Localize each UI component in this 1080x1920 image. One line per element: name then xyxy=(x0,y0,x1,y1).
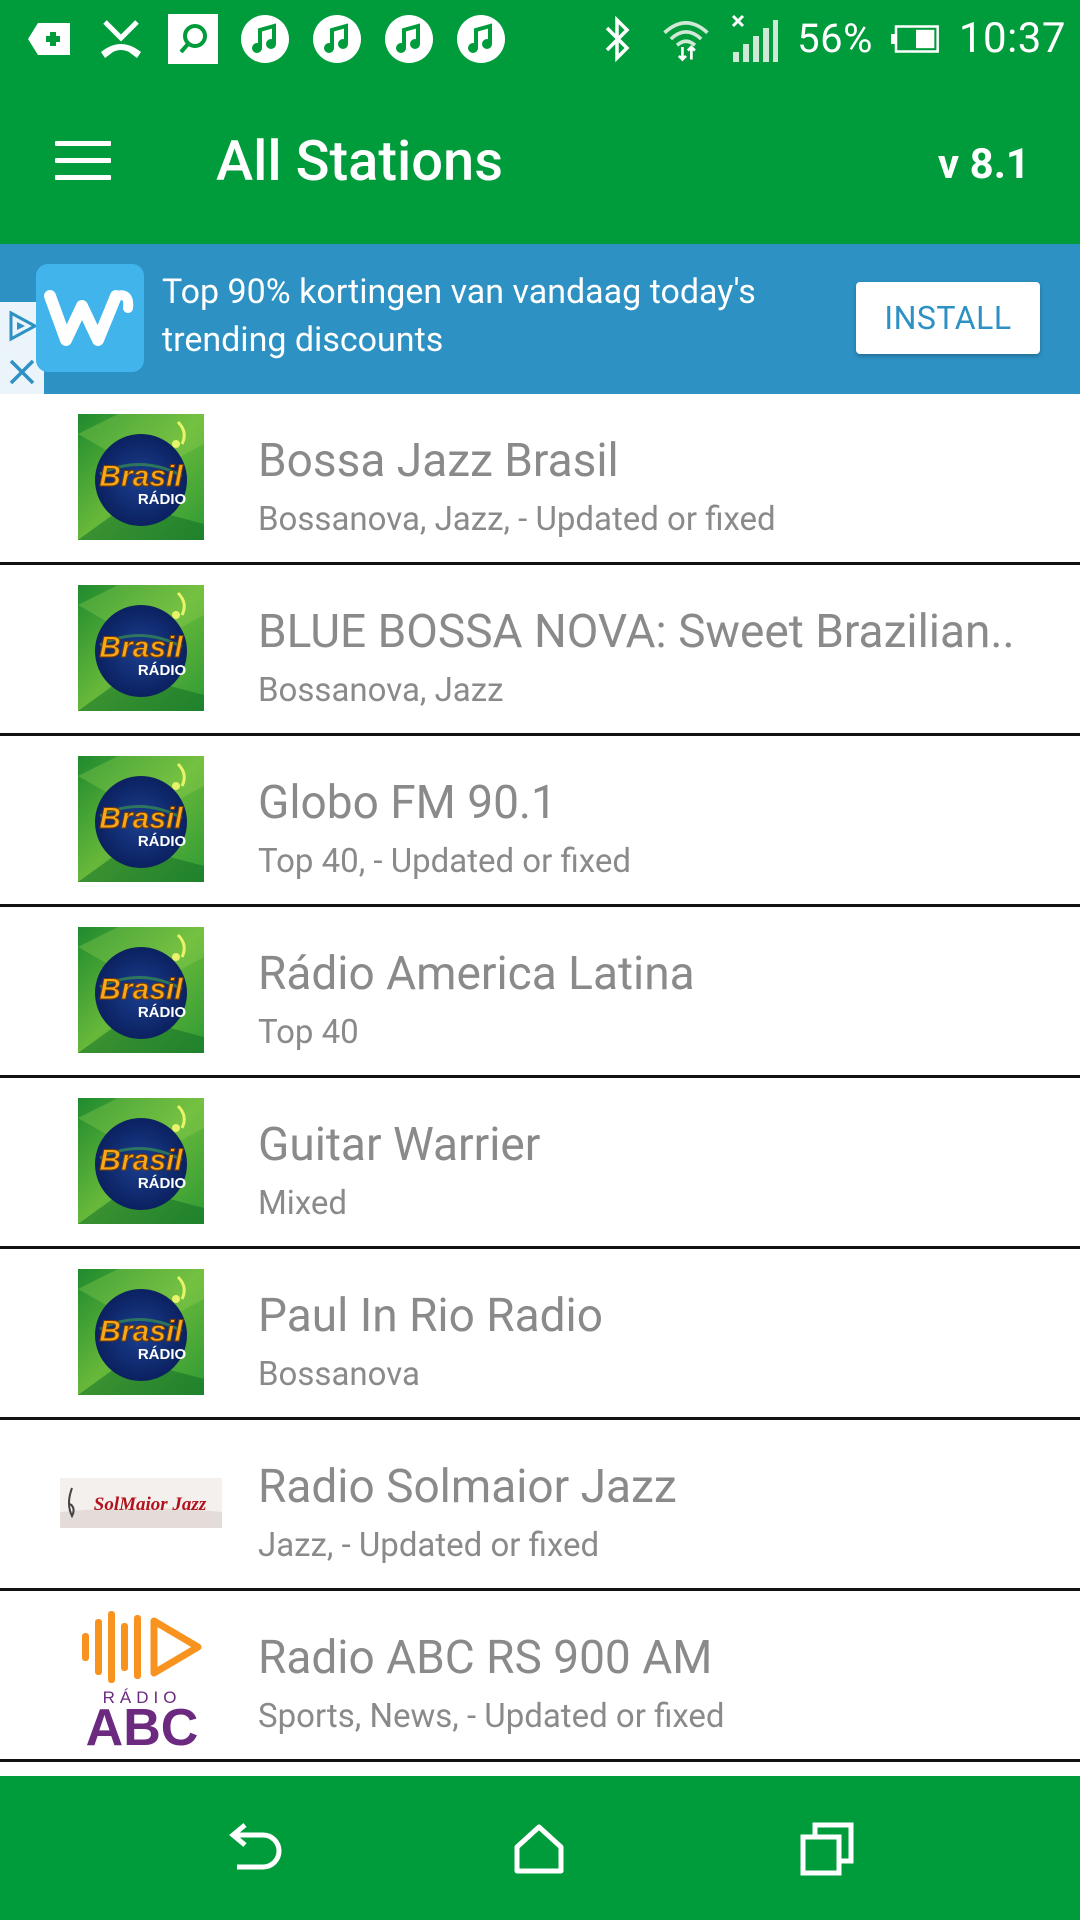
brasil-radio-logo: Brasil RÁDIO xyxy=(78,756,204,882)
bluetooth-icon xyxy=(593,14,643,64)
svg-text:Brasil: Brasil xyxy=(99,460,183,493)
home-icon xyxy=(514,1824,564,1874)
svg-text:Brasil: Brasil xyxy=(99,802,183,835)
ad-close-icon[interactable] xyxy=(7,357,37,387)
install-button[interactable]: INSTALL xyxy=(856,282,1040,354)
station-genre: Sports, News, - Updated or fixed xyxy=(258,1697,725,1736)
station-name: Radio Solmaior Jazz xyxy=(258,1460,677,1514)
station-list: Brasil RÁDIO Bossa Jazz Brasil Bossanova… xyxy=(0,394,1080,1762)
station-name: Rádio America Latina xyxy=(258,947,695,1001)
station-row[interactable]: Brasil RÁDIO Paul In Rio Radio Bossanova xyxy=(0,1249,1080,1420)
station-row[interactable]: Brasil RÁDIO Guitar Warrier Mixed xyxy=(0,1078,1080,1249)
brasil-radio-logo: Brasil RÁDIO xyxy=(78,1269,204,1395)
music-note-icon xyxy=(312,14,362,64)
back-button[interactable] xyxy=(220,1816,286,1882)
station-name: BLUE BOSSA NOVA: Sweet Brazilian.. xyxy=(258,605,1015,659)
svg-text:RÁDIO: RÁDIO xyxy=(138,1004,187,1021)
brasil-radio-logo: Brasil RÁDIO xyxy=(78,927,204,1053)
svg-text:Brasil: Brasil xyxy=(99,1144,183,1177)
version-label: v 8.1 xyxy=(937,140,1030,189)
music-note-icon xyxy=(456,14,506,64)
clock: 10:37 xyxy=(958,14,1066,63)
radio-abc-logo: RÁDIO ABC xyxy=(82,1611,202,1751)
station-genre: Jazz, - Updated or fixed xyxy=(258,1526,600,1565)
recents-icon xyxy=(800,1822,854,1876)
svg-text:Brasil: Brasil xyxy=(99,631,183,664)
station-row[interactable]: Brasil RÁDIO Globo FM 90.1 Top 40, - Upd… xyxy=(0,736,1080,907)
hamburger-menu-icon xyxy=(55,141,111,181)
station-name: Globo FM 90.1 xyxy=(258,776,557,830)
status-bar: 56% 10:37 xyxy=(0,0,1080,78)
station-name: Guitar Warrier xyxy=(258,1118,541,1172)
back-icon xyxy=(229,1823,282,1870)
station-row[interactable]: SolMaior Jazz Radio Solmaior Jazz Jazz, … xyxy=(0,1420,1080,1591)
svg-text:RÁDIO: RÁDIO xyxy=(138,1346,187,1363)
station-genre: Bossanova xyxy=(258,1355,420,1394)
add-icon xyxy=(24,14,74,64)
ad-text: Top 90% kortingen van vandaag today's tr… xyxy=(162,272,756,360)
home-button[interactable] xyxy=(506,1816,572,1882)
signal-icon xyxy=(729,14,779,64)
svg-text:Brasil: Brasil xyxy=(99,1315,183,1348)
wish-logo xyxy=(36,264,144,372)
svg-text:RÁDIO: RÁDIO xyxy=(138,662,187,679)
brasil-radio-logo: Brasil RÁDIO xyxy=(78,414,204,540)
svg-text:RÁDIO: RÁDIO xyxy=(138,1175,187,1192)
station-row[interactable]: RÁDIO ABC Radio ABC RS 900 AM Sports, Ne… xyxy=(0,1591,1080,1762)
app-bar: All Stations v 8.1 xyxy=(0,78,1080,244)
solmaior-jazz-logo: SolMaior Jazz xyxy=(60,1478,222,1528)
battery-icon xyxy=(890,14,941,64)
station-name: Radio ABC RS 900 AM xyxy=(258,1631,713,1685)
music-note-icon xyxy=(240,14,290,64)
station-genre: Mixed xyxy=(258,1184,347,1223)
battery-percent: 56% xyxy=(797,15,873,62)
menu-button[interactable] xyxy=(40,118,126,204)
svg-text:RÁDIO: RÁDIO xyxy=(138,491,187,508)
brasil-radio-logo: Brasil RÁDIO xyxy=(78,585,204,711)
station-row[interactable]: Brasil RÁDIO Rádio America Latina Top 40 xyxy=(0,907,1080,1078)
wifi-icon xyxy=(661,14,711,64)
station-genre: Top 40, - Updated or fixed xyxy=(258,842,631,881)
brasil-radio-logo: Brasil RÁDIO xyxy=(78,1098,204,1224)
station-name: Bossa Jazz Brasil xyxy=(258,434,619,488)
station-genre: Top 40 xyxy=(258,1013,359,1052)
missed-call-icon xyxy=(96,14,146,64)
station-genre: Bossanova, Jazz xyxy=(258,671,504,710)
navigation-bar xyxy=(0,1776,1080,1920)
station-genre: Bossanova, Jazz, - Updated or fixed xyxy=(258,500,776,539)
svg-text:SolMaior Jazz: SolMaior Jazz xyxy=(94,1494,207,1515)
station-name: Paul In Rio Radio xyxy=(258,1289,603,1343)
svg-text:RÁDIO: RÁDIO xyxy=(138,833,187,850)
svg-text:ABC: ABC xyxy=(86,1699,199,1751)
screen: 56% 10:37 All Stations v 8.1 Top 90% kor… xyxy=(0,0,1080,1920)
ad-banner[interactable]: Top 90% kortingen van vandaag today's tr… xyxy=(0,244,1080,394)
station-row[interactable]: Brasil RÁDIO Bossa Jazz Brasil Bossanova… xyxy=(0,394,1080,565)
music-note-icon xyxy=(384,14,434,64)
page-title: All Stations xyxy=(216,128,504,194)
svg-text:Brasil: Brasil xyxy=(99,973,183,1006)
search-app-icon xyxy=(168,14,218,64)
recents-button[interactable] xyxy=(794,1816,860,1882)
ad-info-icon[interactable] xyxy=(5,309,39,343)
station-row[interactable]: Brasil RÁDIO BLUE BOSSA NOVA: Sweet Braz… xyxy=(0,565,1080,736)
